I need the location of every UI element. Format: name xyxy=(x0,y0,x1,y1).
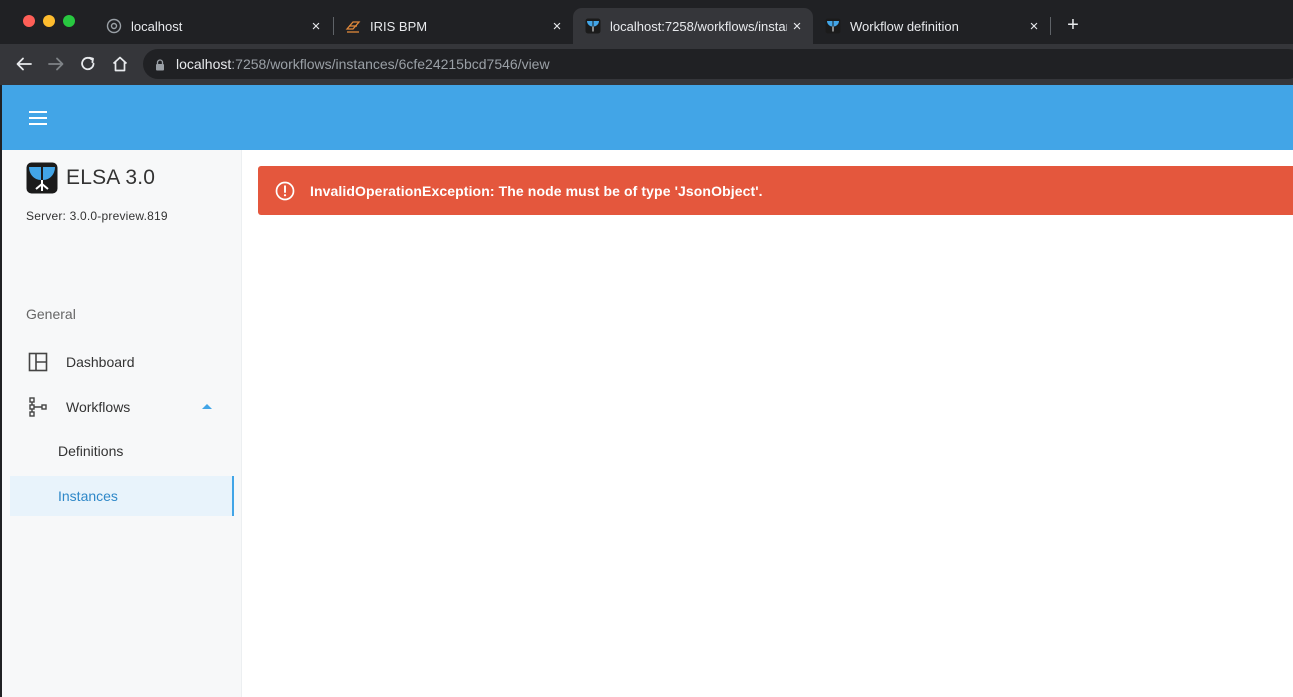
browser-tab-localhost[interactable]: localhost × xyxy=(94,8,332,44)
brand[interactable]: ELSA 3.0 xyxy=(26,162,155,194)
browser-tab-iris-bpm[interactable]: IRIS BPM × xyxy=(333,8,573,44)
tab-title: localhost xyxy=(131,18,183,34)
browser-toolbar: localhost:7258/workflows/instances/6cfe2… xyxy=(0,44,1293,85)
sidebar-item-label: Workflows xyxy=(66,399,131,415)
chevron-up-icon[interactable] xyxy=(202,404,212,409)
server-version: Server: 3.0.0-preview.819 xyxy=(26,209,168,223)
lock-icon[interactable] xyxy=(155,58,165,71)
sidebar: ELSA 3.0 Server: 3.0.0-preview.819 Gener… xyxy=(2,150,242,697)
error-message: InvalidOperationException: The node must… xyxy=(310,182,763,199)
elsa-logo-icon xyxy=(26,162,58,194)
new-tab-button[interactable]: + xyxy=(1062,14,1084,36)
sidebar-subitem-definitions[interactable]: Definitions xyxy=(10,431,234,471)
reload-icon[interactable] xyxy=(77,53,99,75)
error-alert: InvalidOperationException: The node must… xyxy=(258,166,1293,215)
globe-icon xyxy=(106,18,122,34)
elsa-logo-icon xyxy=(585,18,601,34)
home-icon[interactable] xyxy=(109,53,131,75)
browser-tab-instance-view[interactable]: localhost:7258/workflows/instances/6cfe2… xyxy=(573,8,813,44)
alert-circle-icon xyxy=(275,181,295,201)
tab-separator xyxy=(1050,17,1051,35)
browser-tab-workflow-definition[interactable]: Workflow definition × xyxy=(813,8,1050,44)
sidebar-item-workflows[interactable]: Workflows xyxy=(10,387,234,427)
tab-close-icon[interactable]: × xyxy=(306,16,326,36)
url-text: localhost:7258/workflows/instances/6cfe2… xyxy=(176,56,550,72)
sidebar-subitem-instances[interactable]: Instances xyxy=(10,476,234,516)
tab-title: localhost:7258/workflows/instances/6cfe2… xyxy=(610,18,787,34)
url-host: localhost xyxy=(176,56,232,72)
address-bar[interactable]: localhost:7258/workflows/instances/6cfe2… xyxy=(143,49,1293,79)
sidebar-item-dashboard[interactable]: Dashboard xyxy=(10,342,234,382)
browser-tab-strip: localhost × IRIS BPM × localhost:7258/wo… xyxy=(0,0,1293,44)
forward-arrow-icon[interactable] xyxy=(45,53,67,75)
back-arrow-icon[interactable] xyxy=(13,53,35,75)
elsa-app: ELSA 3.0 Server: 3.0.0-preview.819 Gener… xyxy=(2,85,1293,697)
tab-close-icon[interactable]: × xyxy=(1024,16,1044,36)
tab-title: IRIS BPM xyxy=(370,18,428,34)
elsa-logo-icon xyxy=(825,18,841,34)
iris-logo-icon xyxy=(345,18,361,34)
section-heading-general: General xyxy=(26,306,76,322)
dashboard-icon xyxy=(28,352,48,372)
brand-name: ELSA 3.0 xyxy=(66,166,156,189)
menu-icon[interactable] xyxy=(29,111,47,125)
tab-close-icon[interactable]: × xyxy=(787,16,807,36)
url-path: :7258/workflows/instances/6cfe24215bcd75… xyxy=(231,56,550,72)
workflow-tree-icon xyxy=(28,397,48,417)
sidebar-item-label: Dashboard xyxy=(66,354,135,370)
window-close-button[interactable] xyxy=(23,15,35,27)
tab-close-icon[interactable]: × xyxy=(547,16,567,36)
window-minimize-button[interactable] xyxy=(43,15,55,27)
tab-title: Workflow definition xyxy=(850,18,959,34)
app-header-bar xyxy=(2,85,1293,150)
window-zoom-button[interactable] xyxy=(63,15,75,27)
